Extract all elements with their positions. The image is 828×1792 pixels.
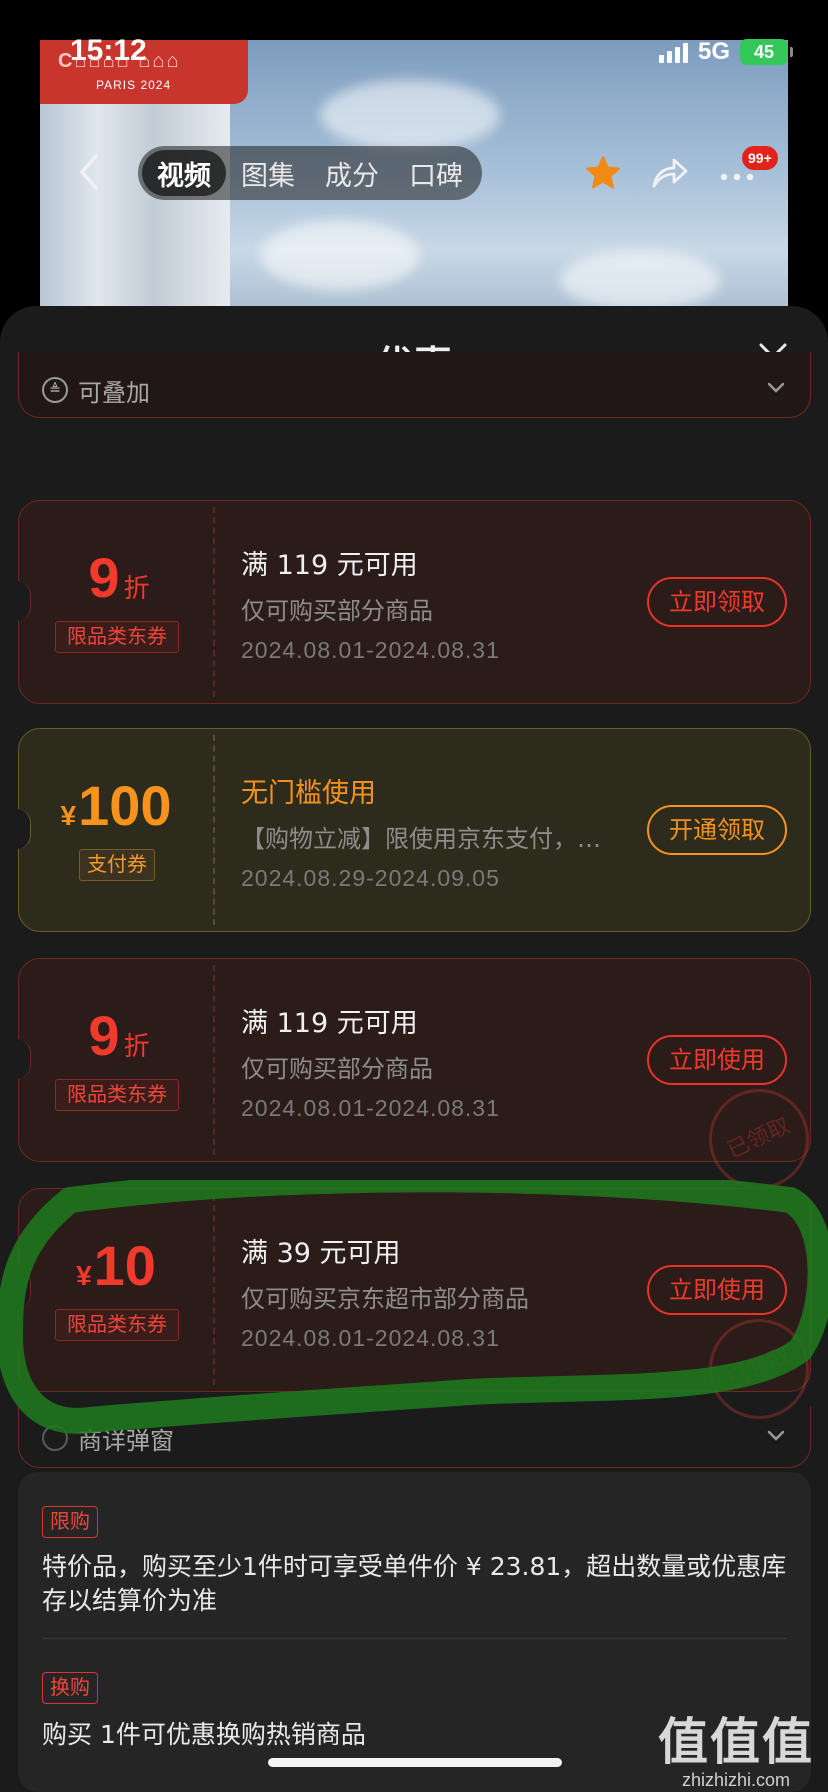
coupon-amount: ¥10 bbox=[76, 1234, 156, 1297]
coupon-desc: 仅可购买部分商品 bbox=[241, 597, 433, 625]
battery-icon: 45 bbox=[740, 39, 793, 65]
coupon-date: 2024.08.01-2024.08.31 bbox=[241, 1095, 500, 1121]
coupon-desc: 【购物立减】限使用京东支付，… bbox=[241, 825, 601, 853]
stack-label: 可叠加 bbox=[78, 378, 150, 407]
coupon-desc: 仅可购买京东超市部分商品 bbox=[241, 1285, 529, 1313]
coupon-card: 9折 限品类东券 满 119 元可用 仅可购买部分商品 2024.08.01-2… bbox=[17, 500, 811, 704]
popup-row[interactable]: 商详弹窗 bbox=[18, 1408, 811, 1468]
limit-text: 特价品，购买至少1件时可享受单件价 ¥ 23.81，超出数量或优惠库存以结算价为… bbox=[42, 1552, 787, 1615]
watermark-logo: 值值值 bbox=[658, 1713, 814, 1771]
tab-ingredients[interactable]: 成分 bbox=[310, 150, 394, 196]
chevron-down-icon bbox=[767, 382, 785, 393]
coupon-date: 2024.08.01-2024.08.31 bbox=[241, 1325, 500, 1351]
use-now-button[interactable]: 立即使用 bbox=[647, 1265, 787, 1315]
coupon-sheet: 优惠 ≜ 可叠加 9折 限品类东券 满 119 元可用 仅可购买部分商品 202… bbox=[0, 306, 828, 1792]
status-icons: 5G 45 bbox=[658, 38, 793, 66]
tab-video[interactable]: 视频 bbox=[142, 150, 226, 196]
limit-tag: 限购 bbox=[42, 1506, 98, 1538]
coupon-condition: 满 39 元可用 bbox=[241, 1238, 401, 1269]
network-label: 5G bbox=[697, 38, 730, 65]
coupon-amount: ¥100 bbox=[60, 774, 172, 837]
coupon-card: ¥10 限品类东券 满 39 元可用 仅可购买京东超市部分商品 2024.08.… bbox=[17, 1188, 826, 1436]
media-tabs: 视频 图集 成分 口碑 bbox=[138, 146, 482, 200]
message-count-badge: 99+ bbox=[742, 146, 778, 170]
tab-reviews[interactable]: 口碑 bbox=[394, 150, 478, 196]
coupon-tag: 支付券 bbox=[79, 849, 155, 881]
back-button[interactable] bbox=[74, 152, 104, 192]
exchange-tag: 换购 bbox=[42, 1672, 98, 1704]
coupon-amount: 9折 bbox=[88, 1004, 150, 1067]
claim-button[interactable]: 立即领取 bbox=[647, 577, 787, 627]
claimed-stamp: 已领取 bbox=[692, 1072, 826, 1206]
brand-sub: PARIS 2024 bbox=[96, 78, 172, 92]
chevron-left-icon bbox=[80, 154, 98, 190]
stack-row[interactable]: ≜ 可叠加 bbox=[18, 360, 811, 420]
coupon-condition: 满 119 元可用 bbox=[241, 550, 418, 581]
coupon-card: ¥100 支付券 无门槛使用 【购物立减】限使用京东支付，… 2024.08.2… bbox=[17, 728, 811, 932]
use-now-button[interactable]: 立即使用 bbox=[647, 1035, 787, 1085]
coupon-tag: 限品类东券 bbox=[55, 1309, 179, 1341]
coupon-condition: 满 119 元可用 bbox=[241, 1008, 418, 1039]
share-icon[interactable] bbox=[650, 156, 690, 194]
tab-gallery[interactable]: 图集 bbox=[226, 150, 310, 196]
coupon-condition: 无门槛使用 bbox=[241, 778, 376, 809]
coupon-desc: 仅可购买部分商品 bbox=[241, 1055, 433, 1083]
stack-icon: ≜ bbox=[42, 377, 68, 403]
home-indicator bbox=[268, 1758, 562, 1767]
coupon-tag: 限品类东券 bbox=[55, 621, 179, 653]
popup-label: 商详弹窗 bbox=[78, 1426, 174, 1455]
coupon-date: 2024.08.01-2024.08.31 bbox=[241, 637, 500, 663]
battery-level: 45 bbox=[753, 41, 775, 62]
coupon-card: 9折 限品类东券 满 119 元可用 仅可购买部分商品 2024.08.01-2… bbox=[17, 958, 826, 1206]
favorite-star-icon[interactable] bbox=[584, 154, 622, 196]
chevron-down-icon bbox=[767, 1430, 785, 1441]
site-watermark: 值值值 zhizhizhi.com bbox=[658, 1702, 814, 1791]
status-time: 15:12 bbox=[70, 34, 147, 67]
divider bbox=[42, 1638, 787, 1639]
signal-icon bbox=[658, 41, 688, 63]
activate-claim-button[interactable]: 开通领取 bbox=[647, 805, 787, 855]
popup-icon bbox=[42, 1425, 68, 1451]
coupon-date: 2024.08.29-2024.09.05 bbox=[241, 865, 500, 891]
coupon-tag: 限品类东券 bbox=[55, 1079, 179, 1111]
coupon-amount: 9折 bbox=[88, 546, 150, 609]
